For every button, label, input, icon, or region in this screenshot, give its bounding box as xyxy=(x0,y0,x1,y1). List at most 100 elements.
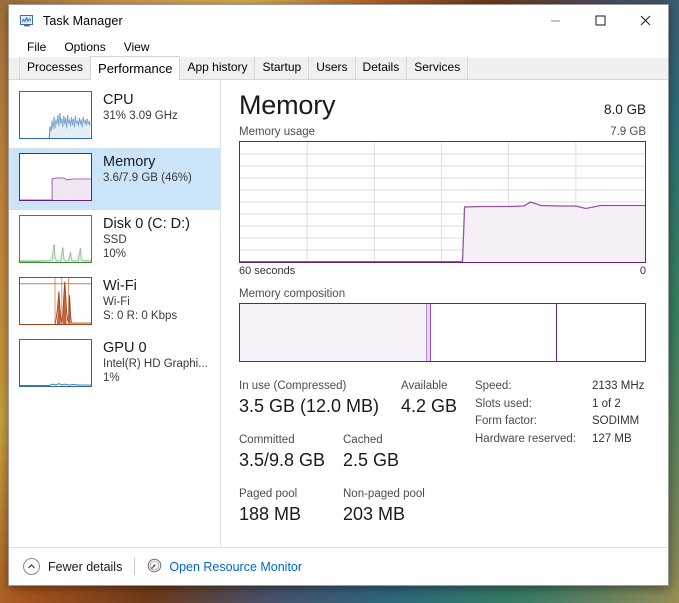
form-factor-label: Form factor: xyxy=(475,415,537,427)
sidebar-wifi-sub1: Wi-Fi xyxy=(103,296,130,308)
memory-composition-label: Memory composition xyxy=(239,288,346,300)
hardware-reserved-value: 127 MB xyxy=(591,432,632,445)
graph-time-axis: 60 seconds 0 xyxy=(239,265,646,277)
disk-thumbnail-graph xyxy=(19,215,92,263)
menu-bar: File Options View xyxy=(9,36,668,58)
memory-detail-panel: Memory 8.0 GB Memory usage 7.9 GB 60 sec… xyxy=(221,80,668,547)
memory-thumbnail-graph xyxy=(19,153,92,201)
composition-segment-standby xyxy=(431,304,557,361)
stat-nonpaged-pool: Non-paged pool 203 MB xyxy=(343,486,425,527)
paged-pool-value: 188 MB xyxy=(239,504,302,524)
cached-label: Cached xyxy=(343,434,383,446)
in-use-label: In use (Compressed) xyxy=(239,380,347,392)
sidebar-gpu-sub2: 1% xyxy=(103,372,120,384)
sidebar-wifi-title: Wi-Fi xyxy=(103,278,137,294)
tab-details[interactable]: Details xyxy=(354,57,408,79)
sidebar-memory-sub: 3.6/7.9 GB (46%) xyxy=(103,172,192,184)
tab-bar: Processes Performance App history Startu… xyxy=(9,56,668,80)
available-label: Available xyxy=(401,380,448,392)
resource-monitor-icon xyxy=(147,558,162,576)
task-manager-window: Task Manager File Options View Processes… xyxy=(8,4,669,586)
non-paged-pool-value: 203 MB xyxy=(343,504,406,524)
sidebar-item-gpu[interactable]: GPU 0 Intel(R) HD Graphi... 1% xyxy=(9,334,220,396)
panel-header: Memory 8.0 GB xyxy=(239,88,646,122)
sidebar-cpu-sub: 31% 3.09 GHz xyxy=(103,110,178,122)
tab-startup[interactable]: Startup xyxy=(254,57,310,79)
window-controls xyxy=(533,5,668,36)
status-bar: Fewer details Open Resource Monitor xyxy=(9,547,668,585)
speed-value: 2133 MHz xyxy=(591,380,645,392)
window-title: Task Manager xyxy=(43,13,123,28)
stats-column-left: In use (Compressed) 3.5 GB (12.0 MB) Ava… xyxy=(239,378,471,540)
cached-value: 2.5 GB xyxy=(343,450,400,470)
paged-pool-label: Paged pool xyxy=(239,488,298,500)
form-factor-value: SODIMM xyxy=(591,415,640,427)
memory-usage-max: 7.9 GB xyxy=(610,126,646,138)
memory-statistics: In use (Compressed) 3.5 GB (12.0 MB) Ava… xyxy=(239,378,646,540)
committed-value: 3.5/9.8 GB xyxy=(239,450,326,470)
memory-usage-label: Memory usage xyxy=(239,126,316,138)
sidebar-memory-title: Memory xyxy=(103,154,156,170)
hardware-row-form-factor: Form factor: SODIMM xyxy=(475,413,644,431)
tab-services[interactable]: Services xyxy=(406,57,469,79)
sidebar-disk-sub2: 10% xyxy=(103,248,127,260)
menu-options[interactable]: Options xyxy=(56,38,113,56)
memory-usage-graph[interactable] xyxy=(239,141,646,263)
graph-time-left: 60 seconds xyxy=(239,265,296,277)
task-manager-icon xyxy=(19,13,35,29)
usage-graph-labels: Memory usage 7.9 GB xyxy=(239,126,646,138)
resource-sidebar: CPU 31% 3.09 GHz Memory 3.6/7.9 GB (46%) xyxy=(9,80,221,547)
content-area: CPU 31% 3.09 GHz Memory 3.6/7.9 GB (46%) xyxy=(9,80,668,547)
available-value: 4.2 GB xyxy=(401,396,458,416)
in-use-value: 3.5 GB (12.0 MB) xyxy=(239,396,380,416)
menu-file[interactable]: File xyxy=(19,38,54,56)
wifi-thumbnail-graph xyxy=(19,277,92,325)
sidebar-disk-title: Disk 0 (C: D:) xyxy=(103,216,190,232)
tab-app-history[interactable]: App history xyxy=(179,57,256,79)
minimize-button[interactable] xyxy=(533,5,578,36)
memory-usage-graph-svg xyxy=(240,142,645,262)
memory-composition-bar[interactable] xyxy=(239,303,646,362)
slots-used-value: 1 of 2 xyxy=(591,397,621,410)
fewer-details-label: Fewer details xyxy=(48,559,123,574)
composition-segment-in-use xyxy=(240,304,427,361)
open-resource-monitor-link[interactable]: Open Resource Monitor xyxy=(147,558,302,576)
non-paged-pool-label: Non-paged pool xyxy=(343,488,425,500)
open-resource-monitor-label: Open Resource Monitor xyxy=(169,559,303,574)
hardware-reserved-label: Hardware reserved: xyxy=(475,432,576,445)
tab-performance[interactable]: Performance xyxy=(90,56,181,80)
speed-label: Speed: xyxy=(475,380,512,392)
hardware-row-reserved: Hardware reserved: 127 MB xyxy=(475,431,644,449)
graph-time-right: 0 xyxy=(639,265,646,277)
sidebar-wifi-sub2: S: 0 R: 0 Kbps xyxy=(103,310,178,322)
hardware-info: Speed: 2133 MHz Slots used: 1 of 2 Form … xyxy=(471,378,646,540)
maximize-button[interactable] xyxy=(578,5,623,36)
sidebar-item-memory[interactable]: Memory 3.6/7.9 GB (46%) xyxy=(9,148,220,210)
stat-available: Available 4.2 GB xyxy=(387,378,457,419)
menu-view[interactable]: View xyxy=(116,38,158,56)
sidebar-cpu-title: CPU xyxy=(103,92,134,108)
sidebar-gpu-title: GPU 0 xyxy=(103,340,147,356)
sidebar-disk-sub1: SSD xyxy=(103,234,127,246)
fewer-details-button[interactable]: Fewer details xyxy=(23,558,122,575)
gpu-thumbnail-graph xyxy=(19,339,92,387)
title-bar[interactable]: Task Manager xyxy=(9,5,668,36)
tab-users[interactable]: Users xyxy=(308,57,356,79)
sidebar-item-wifi[interactable]: Wi-Fi Wi-Fi S: 0 R: 0 Kbps xyxy=(9,272,220,334)
chevron-up-circle-icon xyxy=(23,558,40,575)
stat-pools: Paged pool 188 MB Non-paged pool 203 MB xyxy=(239,486,471,527)
stat-committed-cached: Committed 3.5/9.8 GB Cached 2.5 GB xyxy=(239,432,471,473)
sidebar-gpu-sub1: Intel(R) HD Graphi... xyxy=(103,358,208,370)
tab-processes[interactable]: Processes xyxy=(19,57,92,79)
footer-divider xyxy=(134,558,136,575)
stat-cached: Cached 2.5 GB xyxy=(343,432,399,473)
hardware-row-slots: Slots used: 1 of 2 xyxy=(475,396,644,414)
sidebar-item-disk[interactable]: Disk 0 (C: D:) SSD 10% xyxy=(9,210,220,272)
hardware-row-speed: Speed: 2133 MHz xyxy=(475,378,644,396)
composition-segment-free xyxy=(556,304,645,361)
cpu-thumbnail-graph xyxy=(19,91,92,139)
slots-used-label: Slots used: xyxy=(475,397,532,410)
page-title: Memory xyxy=(239,90,336,120)
sidebar-item-cpu[interactable]: CPU 31% 3.09 GHz xyxy=(9,86,220,148)
close-button[interactable] xyxy=(623,5,668,36)
